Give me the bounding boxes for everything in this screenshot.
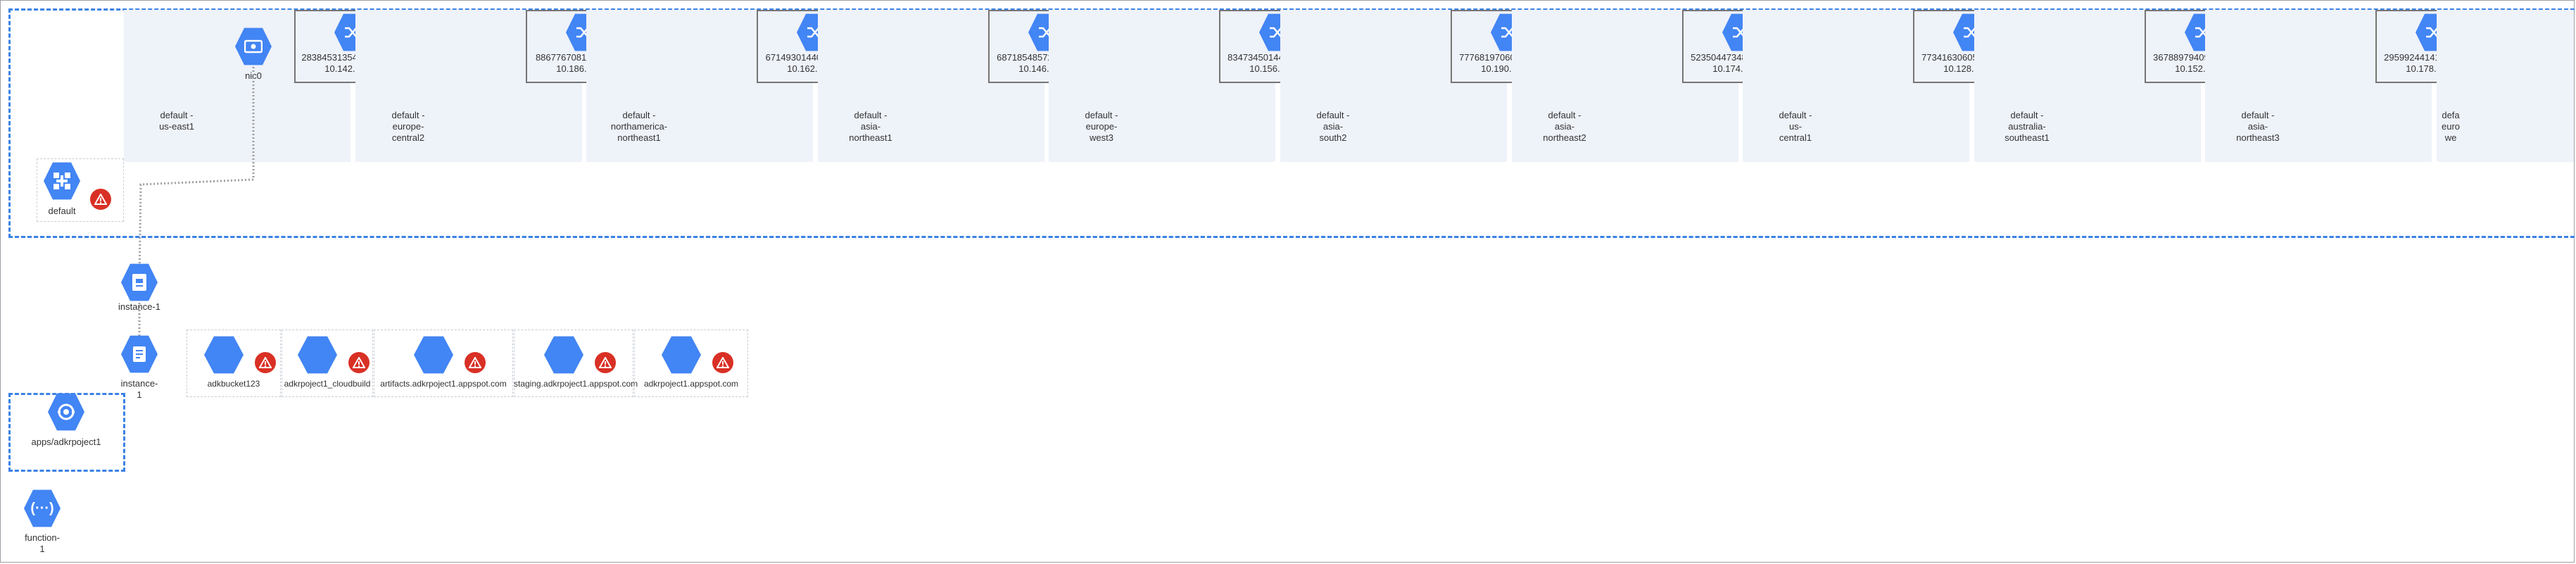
bucket-node[interactable] [662, 335, 701, 375]
app-engine-icon [48, 392, 84, 432]
alert-icon[interactable] [90, 189, 111, 210]
instance-node[interactable] [121, 263, 158, 302]
vm-instance-icon [121, 263, 158, 302]
function-node[interactable]: (···) [24, 489, 61, 528]
bucket-node[interactable] [298, 335, 337, 375]
bucket-label: adkrpoject1.appspot.com [643, 379, 739, 389]
storage-bucket-icon [204, 336, 244, 374]
alert-icon[interactable] [465, 352, 486, 373]
alert-icon[interactable] [255, 352, 276, 373]
function-label: function- 1 [25, 532, 60, 554]
app-engine-label: apps/adkrpoject1 [31, 437, 101, 447]
storage-bucket-icon [662, 336, 701, 374]
bucket-node[interactable] [204, 335, 244, 375]
storage-bucket-icon [414, 336, 453, 374]
network-label: default [48, 206, 76, 216]
alert-icon[interactable] [595, 352, 616, 373]
bucket-node[interactable] [414, 335, 453, 375]
connector-lines [138, 67, 255, 337]
network-node[interactable] [44, 161, 80, 201]
disk-icon [121, 334, 158, 374]
bucket-label: artifacts.adkrpoject1.appspot.com [380, 379, 507, 389]
instance-label: instance-1 [118, 301, 160, 312]
app-engine-node[interactable] [48, 392, 84, 432]
bucket-label: adkbucket123 [207, 379, 260, 389]
alert-icon[interactable] [712, 352, 733, 373]
storage-bucket-icon [298, 336, 337, 374]
bucket-label: adkrpoject1_cloudbuild [284, 379, 371, 389]
disk-node[interactable] [121, 334, 158, 374]
bucket-node[interactable] [544, 335, 583, 375]
cloud-function-icon: (···) [30, 500, 54, 516]
storage-bucket-icon [544, 336, 583, 374]
vpc-network-icon [44, 161, 80, 201]
alert-icon[interactable] [348, 352, 370, 373]
bucket-label: staging.adkrpoject1.appspot.com [514, 379, 638, 389]
vpc-container-bottom-edge [8, 236, 2575, 238]
